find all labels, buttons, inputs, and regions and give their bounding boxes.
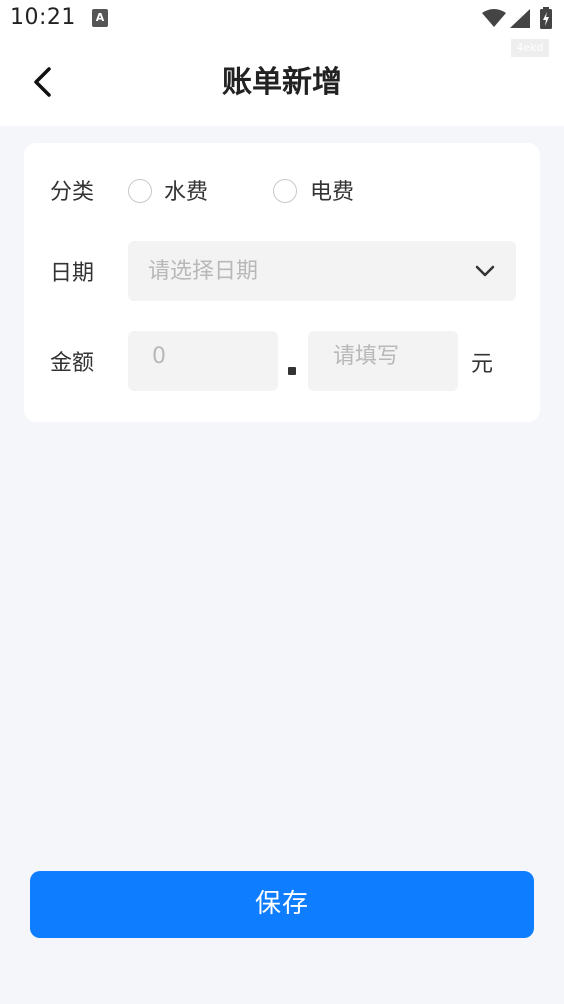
page-title: 账单新增 (222, 65, 342, 100)
amount-integer-input[interactable]: 0 (128, 331, 278, 391)
radio-label-water-fee[interactable]: 水费 (164, 178, 208, 208)
amount-decimal-input[interactable]: 请填写 (308, 331, 458, 391)
decimal-point (288, 367, 296, 375)
date-placeholder: 请选择日期 (148, 259, 259, 284)
battery-charging-icon (540, 7, 552, 29)
date-label: 日期 (50, 261, 95, 286)
watermark: 4ekd (511, 39, 549, 57)
category-label: 分类 (50, 180, 95, 205)
form-card: 分类 水费 电费 日期 请选择日期 金额 0 请填写 元 (24, 143, 540, 422)
amount-unit: 元 (471, 352, 494, 377)
amount-label: 金额 (50, 351, 95, 376)
radio-electricity-fee[interactable] (273, 179, 297, 203)
signal-icon (510, 9, 530, 28)
radio-water-fee[interactable] (128, 179, 152, 203)
date-select[interactable]: 请选择日期 (128, 241, 516, 301)
radio-label-electricity-fee[interactable]: 电费 (310, 178, 354, 208)
amount-decimal-placeholder: 请填写 (333, 344, 400, 369)
wifi-icon (482, 9, 506, 27)
status-bar: 10:21 A (0, 0, 564, 40)
chevron-down-icon (475, 265, 495, 277)
status-time: 10:21 (10, 5, 76, 30)
save-button[interactable]: 保存 (30, 871, 534, 938)
notification-app-icon: A (92, 9, 108, 27)
amount-integer-placeholder: 0 (152, 344, 166, 369)
top-area: 10:21 A 4ekd 账单新增 (0, 0, 564, 126)
